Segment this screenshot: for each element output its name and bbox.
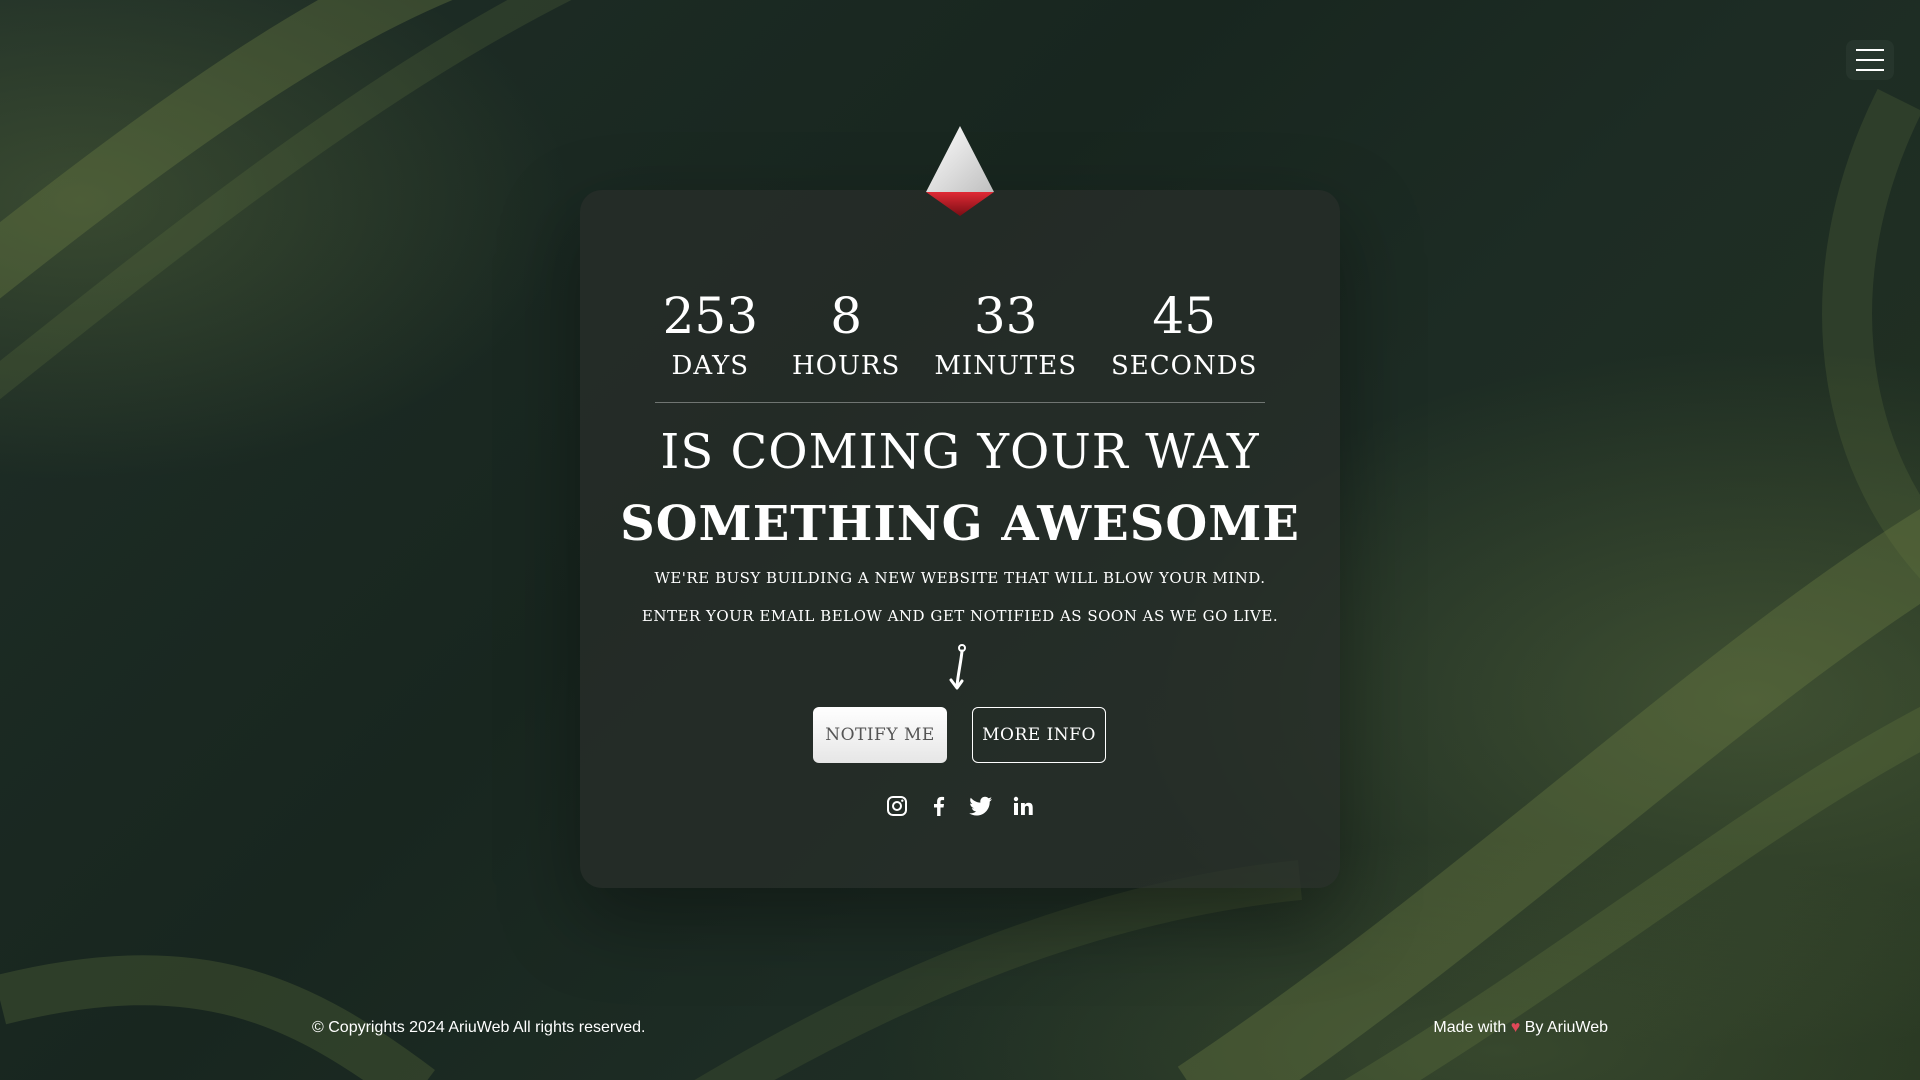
subtext-line-2: ENTER YOUR EMAIL BELOW AND GET NOTIFIED … — [641, 607, 1279, 625]
footer-brand-link[interactable]: AriuWeb — [1547, 1019, 1608, 1036]
twitter-link[interactable] — [969, 794, 993, 818]
facebook-icon — [934, 796, 945, 816]
countdown-hours-value: 8 — [830, 287, 863, 345]
social-links — [880, 794, 1040, 818]
countdown-minutes-value: 33 — [973, 287, 1038, 345]
divider — [655, 402, 1265, 403]
footer-by: By — [1524, 1019, 1544, 1036]
footer-made-with: Made with — [1433, 1019, 1507, 1036]
countdown-days-label: DAYS — [671, 351, 750, 381]
linkedin-icon — [1013, 796, 1033, 815]
countdown-hours: 8 HOURS — [792, 284, 900, 384]
hamburger-menu-icon — [1856, 49, 1884, 51]
heart-icon: ♥ — [1510, 1019, 1521, 1036]
facebook-link[interactable] — [927, 794, 951, 818]
countdown-hours-label: HOURS — [792, 351, 901, 381]
instagram-link[interactable] — [885, 794, 909, 818]
instagram-icon — [887, 796, 907, 816]
footer-copyright: © Copyrights 2024 AriuWeb All rights res… — [312, 1019, 646, 1036]
hamburger-menu-button[interactable] — [1846, 40, 1894, 80]
notify-me-button[interactable]: NOTIFY ME — [813, 707, 947, 763]
down-arrow-icon — [949, 644, 966, 690]
twitter-icon — [969, 796, 992, 816]
headline-line-2: SOMETHING AWESOME — [620, 496, 1300, 552]
headline-line-1: IS COMING YOUR WAY — [660, 424, 1260, 480]
more-info-button[interactable]: MORE INFO — [972, 707, 1106, 763]
countdown-seconds: 45 SECONDS — [1111, 284, 1257, 384]
linkedin-link[interactable] — [1011, 794, 1035, 818]
countdown-minutes-label: MINUTES — [934, 351, 1077, 381]
countdown: 253 DAYS 8 HOURS 33 MINUTES 45 SECONDS — [655, 284, 1265, 384]
countdown-seconds-label: SECONDS — [1111, 351, 1258, 381]
countdown-days-value: 253 — [662, 287, 759, 345]
triangle-logo-icon — [926, 126, 994, 216]
countdown-seconds-value: 45 — [1152, 287, 1217, 345]
subtext-line-1: WE'RE BUSY BUILDING A NEW WEBSITE THAT W… — [654, 569, 1266, 587]
countdown-minutes: 33 MINUTES — [934, 284, 1077, 384]
countdown-days: 253 DAYS — [663, 284, 758, 384]
footer-credits: Made with ♥ By AriuWeb — [1433, 1016, 1608, 1040]
